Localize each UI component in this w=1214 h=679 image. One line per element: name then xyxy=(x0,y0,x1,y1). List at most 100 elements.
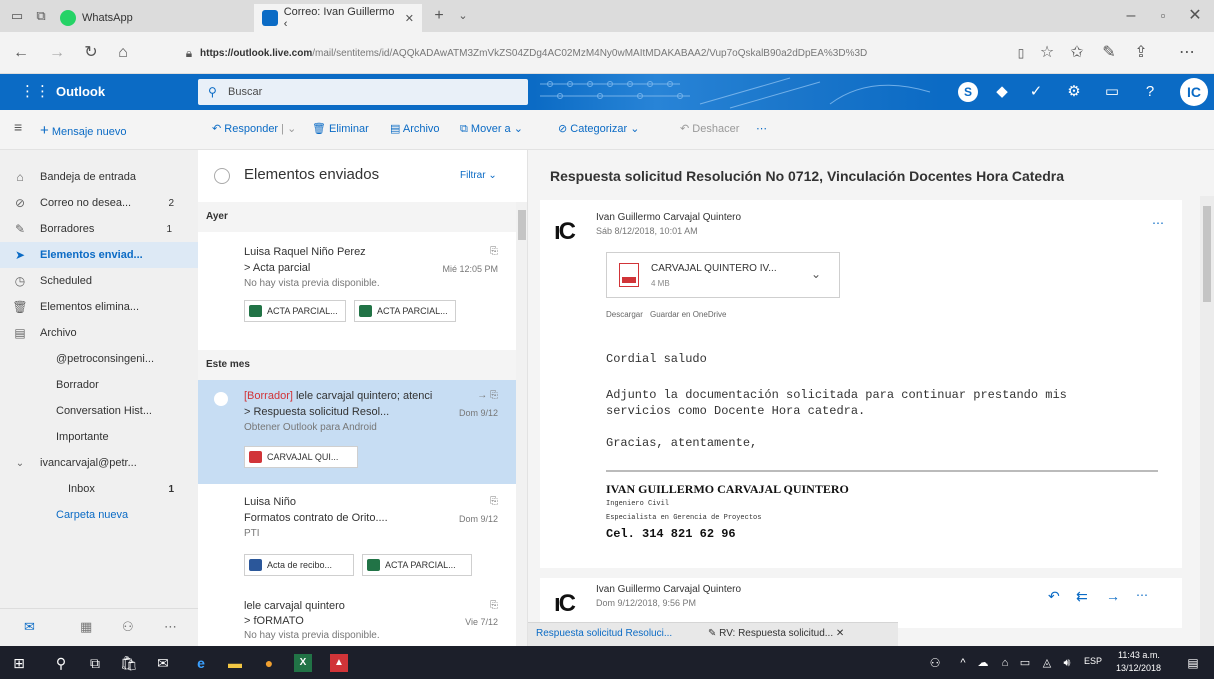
reading-view-icon[interactable]: ▯ xyxy=(1010,42,1032,64)
battery-icon[interactable]: ▭ xyxy=(1014,652,1036,674)
minimize-icon[interactable]: – xyxy=(1120,5,1142,27)
url-field[interactable]: https://outlook.live.com/mail/sentitems/… xyxy=(200,43,1000,65)
undo-button[interactable]: ↶ Deshacer xyxy=(680,122,739,135)
people-icon[interactable]: ⚇ xyxy=(122,619,134,635)
sidebar-item-sent[interactable]: ➤ Elementos enviad... xyxy=(0,242,198,268)
compose-tab[interactable]: ✎ RV: Respuesta solicitud... ✕ xyxy=(708,628,844,639)
attachment-chip[interactable]: ACTA PARCIAL... xyxy=(244,300,346,322)
task-view-icon[interactable]: ⧉ xyxy=(84,652,106,674)
favorite-star-icon[interactable]: ☆ xyxy=(1036,42,1058,64)
input-language[interactable]: ESP xyxy=(1084,656,1102,666)
list-item[interactable]: lele carvajal quintero ⎘ > fORMATO Vie 7… xyxy=(198,592,516,646)
message-list-scrollbar[interactable] xyxy=(516,202,527,646)
list-item[interactable]: Luisa Raquel Niño Perez ⎘ > Acta parcial… xyxy=(198,236,516,348)
sidebar-item-junk[interactable]: ⊘ Correo no desea... 2 xyxy=(0,190,198,216)
search-icon[interactable]: ⚲ xyxy=(50,652,72,674)
reply-icon[interactable]: ↶ xyxy=(1048,588,1060,605)
chevron-down-icon[interactable]: ⌄ xyxy=(811,267,821,281)
more-apps-icon[interactable]: ⋯ xyxy=(164,619,177,635)
back-icon[interactable]: ← xyxy=(10,42,32,64)
windows-start-icon[interactable]: ⊞ xyxy=(8,652,30,674)
outlook-brand[interactable]: Outlook xyxy=(56,84,105,99)
attachment-chip[interactable]: ACTA PARCIAL... xyxy=(354,300,456,322)
sidebar-item-inbox-account[interactable]: Inbox 1 xyxy=(0,476,198,502)
sidebar-item-conversation-history[interactable]: Conversation Hist... xyxy=(0,398,198,424)
tab-whatsapp[interactable]: WhatsApp xyxy=(52,4,202,32)
calendar-icon[interactable]: ▦ xyxy=(80,619,92,635)
delete-button[interactable]: 🗑︎ Eliminar xyxy=(312,122,369,135)
forward-icon[interactable]: → xyxy=(46,42,68,64)
mail-icon[interactable]: ✉ xyxy=(24,619,35,635)
tab-actions-icon[interactable]: ▭ xyxy=(6,5,28,27)
reply-all-icon[interactable]: ⇇ xyxy=(1076,588,1088,605)
volume-icon[interactable]: 🔊︎ xyxy=(1056,652,1078,674)
more-icon[interactable]: ⋯ xyxy=(1176,42,1198,64)
chrome-icon[interactable]: ● xyxy=(258,652,280,674)
reading-scrollbar[interactable] xyxy=(1200,196,1214,646)
attachment-chip[interactable]: ACTA PARCIAL... xyxy=(362,554,472,576)
avatar[interactable]: IC xyxy=(1180,78,1208,106)
skype-icon[interactable]: S xyxy=(958,82,978,102)
scrollbar-thumb[interactable] xyxy=(1203,206,1211,302)
edge-icon[interactable]: e xyxy=(190,652,212,674)
feedback-icon[interactable]: ▭ xyxy=(1102,82,1122,102)
acrobat-icon[interactable]: ▲ xyxy=(330,654,348,672)
select-all-checkbox[interactable] xyxy=(214,168,230,184)
sidebar-item-deleted[interactable]: 🗑︎ Elementos elimina... xyxy=(0,294,198,320)
diamond-icon[interactable]: ◆ xyxy=(992,82,1012,102)
tasks-check-icon[interactable]: ✓ xyxy=(1026,82,1046,102)
refresh-icon[interactable]: ↻ xyxy=(80,42,102,64)
chevron-down-icon[interactable]: ⌄ xyxy=(452,5,474,27)
attachment-card[interactable]: CARVAJAL QUINTERO IV... 4 MB ⌄ xyxy=(606,252,840,298)
maximize-icon[interactable]: ▫ xyxy=(1152,5,1174,27)
new-tab-icon[interactable]: + xyxy=(428,5,450,27)
save-onedrive-link[interactable]: Guardar en OneDrive xyxy=(650,310,726,319)
download-link[interactable]: Descargar xyxy=(606,310,643,319)
app-launcher-icon[interactable]: ⋮⋮ xyxy=(20,82,50,102)
mail-app-icon[interactable]: ✉ xyxy=(152,652,174,674)
archive-button[interactable]: ▤ Archivo xyxy=(390,122,440,135)
people-icon[interactable]: ⚇ xyxy=(924,652,946,674)
action-center-icon[interactable]: ▤ xyxy=(1182,652,1204,674)
categorize-button[interactable]: ⊘ Categorizar ⌄ xyxy=(558,122,639,135)
sidebar-item-account[interactable]: ⌄ ivancarvajal@petr... xyxy=(0,450,198,476)
close-icon[interactable]: ✕ xyxy=(836,628,844,639)
search-input[interactable]: ⚲ Buscar xyxy=(198,79,528,105)
attachment-chip[interactable]: CARVAJAL QUI... xyxy=(244,446,358,468)
excel-app-icon[interactable]: X xyxy=(294,654,312,672)
sidebar-item-inbox[interactable]: ⌂ Bandeja de entrada xyxy=(0,164,198,190)
network-icon[interactable]: ⌂ xyxy=(994,652,1016,674)
more-actions-icon[interactable]: ⋯ xyxy=(756,122,767,135)
compose-tab[interactable]: Respuesta solicitud Resoluci... xyxy=(536,628,672,639)
message-checkbox[interactable] xyxy=(214,392,228,406)
close-tab-icon[interactable]: ✕ xyxy=(405,12,414,25)
tab-outlook[interactable]: Correo: Ivan Guillermo ‹ ✕ xyxy=(254,4,422,32)
file-explorer-icon[interactable]: ▬ xyxy=(224,652,246,674)
more-options-icon[interactable]: ⋯ xyxy=(1136,588,1148,602)
tab-preview-icon[interactable]: ⧉ xyxy=(30,5,52,27)
new-folder-link[interactable]: Carpeta nueva xyxy=(0,502,198,528)
list-item[interactable]: [Borrador] lele carvajal quintero; atenc… xyxy=(198,380,516,484)
favorites-bar-icon[interactable]: ✩ xyxy=(1066,42,1088,64)
store-icon[interactable]: 🛍︎ xyxy=(118,652,140,674)
reply-button[interactable]: ↶ Responder | ⌄ xyxy=(212,122,296,135)
cloud-icon[interactable]: ☁ xyxy=(972,652,994,674)
filter-button[interactable]: Filtrar ⌄ xyxy=(460,170,497,181)
sidebar-item-scheduled[interactable]: ◷ Scheduled xyxy=(0,268,198,294)
help-icon[interactable]: ? xyxy=(1140,82,1160,102)
hamburger-menu-icon[interactable]: ≡ xyxy=(14,119,22,135)
move-button[interactable]: ⧉ Mover a ⌄ xyxy=(460,122,523,136)
home-icon[interactable]: ⌂ xyxy=(112,42,134,64)
pen-icon[interactable]: ✎ xyxy=(1098,42,1120,64)
sidebar-item-borrador[interactable]: Borrador xyxy=(0,372,198,398)
scrollbar-thumb[interactable] xyxy=(518,210,526,240)
email-card[interactable]: ıC Ivan Guillermo Carvajal Quintero Dom … xyxy=(540,578,1182,628)
forward-icon[interactable]: → xyxy=(1106,588,1120,604)
attachment-chip[interactable]: Acta de recibo... xyxy=(244,554,354,576)
close-window-icon[interactable]: ✕ xyxy=(1184,5,1206,27)
more-options-icon[interactable]: ⋯ xyxy=(1152,216,1164,230)
wifi-icon[interactable]: ◬ xyxy=(1036,652,1058,674)
clock-time[interactable]: 11:43 a.m. xyxy=(1118,650,1160,660)
sidebar-item-petroconsingeni[interactable]: @petroconsingeni... xyxy=(0,346,198,372)
sidebar-item-drafts[interactable]: ✎ Borradores 1 xyxy=(0,216,198,242)
